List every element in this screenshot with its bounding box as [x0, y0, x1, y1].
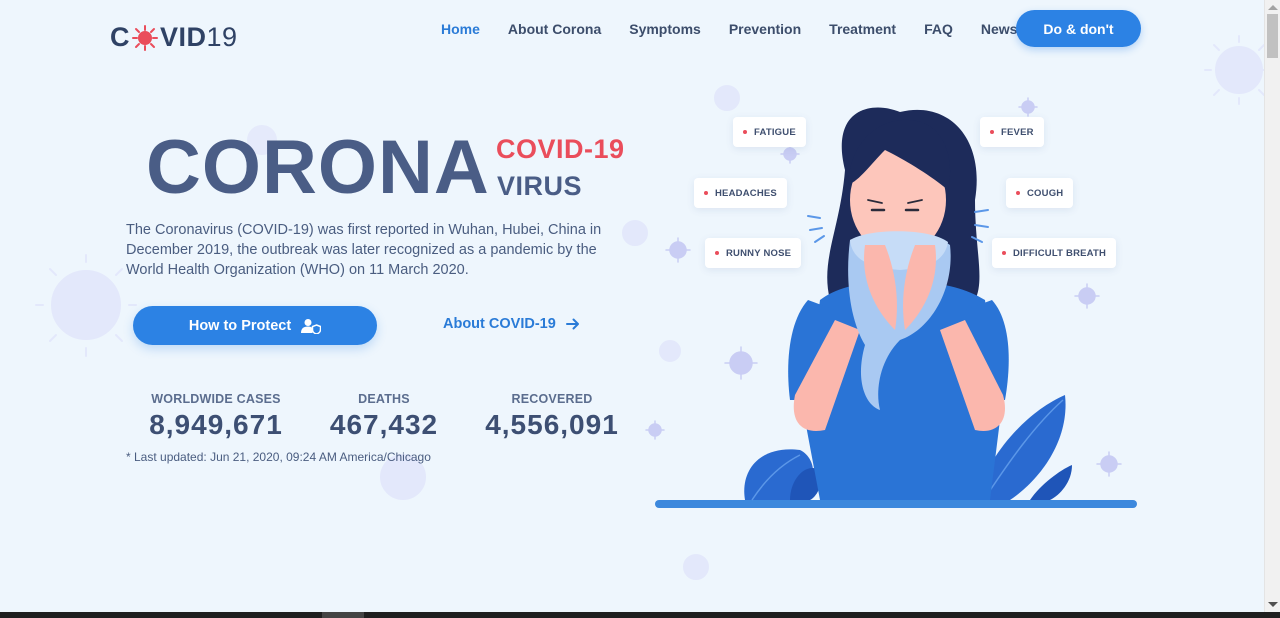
- symptom-label: HEADACHES: [715, 187, 777, 199]
- symptom-headaches: HEADACHES: [694, 178, 787, 208]
- woman-coughing-illustration: [655, 107, 1137, 508]
- scrollbar-thumb[interactable]: [1267, 14, 1278, 58]
- symptom-label: COUGH: [1027, 187, 1064, 199]
- scroll-down-arrow-icon[interactable]: [1268, 602, 1278, 607]
- vertical-scrollbar[interactable]: [1264, 0, 1280, 612]
- red-dot-icon: [1016, 191, 1020, 195]
- red-dot-icon: [990, 130, 994, 134]
- page: C VID 19 Home About Corona Symptoms Prev…: [0, 0, 1264, 612]
- symptom-label: RUNNY NOSE: [726, 247, 792, 259]
- horizontal-scrollbar[interactable]: [0, 612, 1280, 618]
- red-dot-icon: [704, 191, 708, 195]
- horizontal-scrollbar-thumb[interactable]: [322, 612, 364, 618]
- red-dot-icon: [715, 251, 719, 255]
- symptom-fever: FEVER: [980, 117, 1044, 147]
- symptom-label: FEVER: [1001, 126, 1034, 138]
- symptom-cough: COUGH: [1006, 178, 1074, 208]
- scroll-up-arrow-icon[interactable]: [1268, 5, 1278, 10]
- symptom-difficult-breath: DIFFICULT BREATH: [992, 238, 1117, 268]
- symptom-label: DIFFICULT BREATH: [1013, 247, 1107, 259]
- red-dot-icon: [1002, 251, 1006, 255]
- symptom-runny-nose: RUNNY NOSE: [705, 238, 802, 268]
- symptom-label: FATIGUE: [754, 126, 796, 138]
- symptom-fatigue: FATIGUE: [733, 117, 806, 147]
- red-dot-icon: [743, 130, 747, 134]
